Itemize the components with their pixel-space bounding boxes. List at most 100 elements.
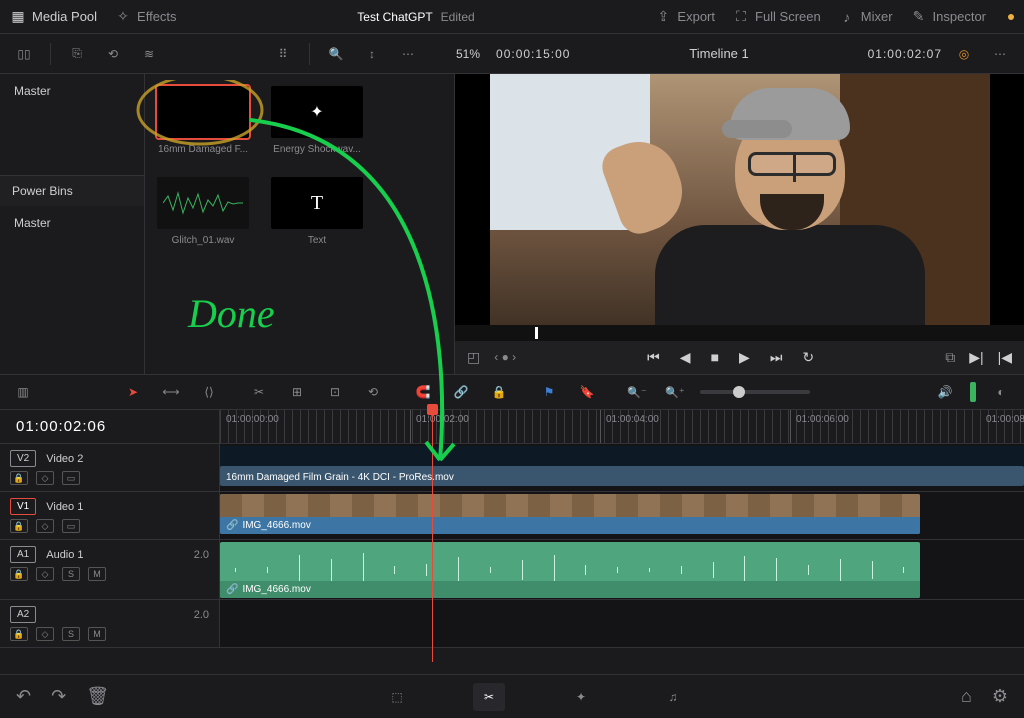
redo-btn[interactable]: ↷ [51, 686, 66, 707]
mute-btn[interactable]: M [88, 627, 106, 641]
export-btn[interactable]: ⇪Export [655, 9, 715, 25]
source-timecode[interactable]: 00:00:15:00 [496, 47, 570, 61]
page-edit[interactable]: ✦ [565, 683, 597, 711]
track-head-a1[interactable]: A1Audio 12.0 🔒◇SM [0, 540, 220, 599]
effects-label: Effects [137, 9, 177, 24]
trim-tool[interactable]: ⟷ [158, 379, 184, 405]
play-btn[interactable]: ▶ [739, 349, 750, 366]
clip-a1[interactable]: 🔗IMG_4666.mov [220, 542, 920, 598]
mark-out-btn[interactable]: |◀ [998, 349, 1012, 366]
jump-start-btn[interactable]: ⏮ [647, 349, 660, 366]
flag-btn[interactable]: ⚑ [536, 379, 562, 405]
volume-icon[interactable]: 🔊 [932, 379, 958, 405]
track-head-v1[interactable]: V1Video 1 🔒◇▭ [0, 492, 220, 539]
tl-view-btn[interactable]: ▥ [10, 379, 36, 405]
media-browser[interactable]: 16mm Damaged F... ✦ Energy Shockwav... G… [145, 74, 454, 374]
track-disable-icon[interactable]: ▭ [62, 471, 80, 485]
more-btn[interactable]: ⋯ [394, 40, 422, 68]
playhead-timecode[interactable]: 01:00:02:06 [0, 410, 220, 443]
page-fairlight[interactable]: ♫ [657, 683, 689, 711]
snap-btn[interactable]: 🧲 [410, 379, 436, 405]
sync-btn[interactable]: ⟲ [99, 40, 127, 68]
zoom-in-btn[interactable]: 🔍⁺ [662, 379, 688, 405]
dynamic-trim-tool[interactable]: ⟨⟩ [196, 379, 222, 405]
zoom-slider[interactable] [700, 390, 810, 394]
bin-master[interactable]: Master [0, 74, 144, 108]
mixer-btn[interactable]: ♪Mixer [839, 9, 893, 25]
stop-btn[interactable]: ■ [711, 349, 719, 365]
solo-btn[interactable]: S [62, 627, 80, 641]
page-media[interactable]: ⬚ [381, 683, 413, 711]
auto-select-icon[interactable]: ◇ [36, 519, 54, 533]
auto-select-icon[interactable]: ◇ [36, 471, 54, 485]
main-area: Master Power Bins Master 16mm Damaged F.… [0, 74, 1024, 374]
match-frame-btn[interactable]: ⧉ [945, 349, 955, 366]
replace-btn[interactable]: ⟲ [360, 379, 386, 405]
track-lane-v1[interactable]: 🔗IMG_4666.mov [220, 492, 1024, 539]
track-lane-a1[interactable]: 🔗IMG_4666.mov [220, 540, 1024, 599]
auto-select-icon[interactable]: ◇ [36, 567, 54, 581]
action-btn[interactable]: ≋ [135, 40, 163, 68]
loop-btn[interactable]: ↻ [802, 349, 814, 366]
import-btn[interactable]: ⎘ [63, 40, 91, 68]
undo-btn[interactable]: ↶ [16, 686, 31, 707]
insert-btn[interactable]: ⊞ [284, 379, 310, 405]
track-disable-icon[interactable]: ▭ [62, 519, 80, 533]
clip-thumb-energy[interactable]: ✦ Energy Shockwav... [271, 86, 363, 155]
overwrite-btn[interactable]: ⊡ [322, 379, 348, 405]
crop-icon[interactable]: ◰ [467, 349, 480, 366]
inspector-btn[interactable]: ✎Inspector [911, 9, 986, 25]
layout-btn[interactable]: ▯▯ [10, 40, 38, 68]
media-pool-btn[interactable]: ▦ Media Pool [10, 9, 97, 25]
marker-btn[interactable]: 🔖 [574, 379, 600, 405]
lock-icon[interactable]: 🔒 [10, 519, 28, 533]
lock-icon[interactable]: 🔒 [10, 471, 28, 485]
mark-in-btn[interactable]: ▶| [969, 349, 983, 366]
timeline-name[interactable]: Timeline 1 [578, 46, 859, 61]
timeline-ruler[interactable]: 01:00:00:00 01:00:02:00 01:00:04:00 01:0… [220, 410, 1024, 443]
search-btn[interactable]: 🔍 [322, 40, 350, 68]
effects-btn[interactable]: ✧ Effects [115, 9, 177, 25]
viewer-scrub[interactable] [455, 325, 1024, 341]
arrow-tool[interactable]: ➤ [120, 379, 146, 405]
sort-btn[interactable]: ↕ [358, 40, 386, 68]
viewer-video[interactable] [455, 74, 1024, 325]
track-lane-a2[interactable] [220, 600, 1024, 647]
zoom-out-btn[interactable]: 🔍⁻ [624, 379, 650, 405]
clip-v2[interactable]: 16mm Damaged Film Grain - 4K DCI - ProRe… [220, 466, 1024, 486]
delete-btn[interactable]: 🗑 [86, 686, 109, 707]
record-timecode[interactable]: 01:00:02:07 [868, 47, 942, 61]
track-head-a2[interactable]: A22.0 🔒◇SM [0, 600, 220, 647]
settings-btn[interactable]: ⚙ [992, 686, 1008, 707]
link-btn[interactable]: 🔗 [448, 379, 474, 405]
bin-sidebar: Master Power Bins Master [0, 74, 145, 374]
loop-range-btn[interactable]: ‹ ● › [494, 350, 516, 364]
clip-thumb-text[interactable]: T Text [271, 177, 363, 246]
lock-btn[interactable]: 🔒 [486, 379, 512, 405]
clip-v1[interactable]: 🔗IMG_4666.mov [220, 494, 920, 534]
thumb-view-btn[interactable]: ⠿ [269, 40, 297, 68]
clip-thumb-glitch[interactable]: Glitch_01.wav [157, 177, 249, 246]
playhead[interactable] [432, 410, 433, 662]
mute-btn[interactable]: M [88, 567, 106, 581]
clip-thumb-16mm[interactable]: 16mm Damaged F... [157, 86, 249, 155]
color-ring-icon[interactable]: ◎ [950, 40, 978, 68]
track-lane-v2[interactable]: 16mm Damaged Film Grain - 4K DCI - ProRe… [220, 444, 1024, 491]
viewer-zoom[interactable]: 51% [448, 47, 488, 61]
play-reverse-btn[interactable]: ◀ [680, 349, 691, 366]
dim-audio-btn[interactable]: ◐ [988, 379, 1014, 405]
viewer-more-btn[interactable]: ⋯ [986, 40, 1014, 68]
auto-select-icon[interactable]: ◇ [36, 627, 54, 641]
audio-meter [970, 382, 976, 402]
blade-tool[interactable]: ✂ [246, 379, 272, 405]
lock-icon[interactable]: 🔒 [10, 627, 28, 641]
track-head-v2[interactable]: V2Video 2 🔒◇▭ [0, 444, 220, 491]
lock-icon[interactable]: 🔒 [10, 567, 28, 581]
page-cut[interactable]: ✂ [473, 683, 505, 711]
home-btn[interactable]: ⌂ [961, 686, 972, 707]
fullscreen-btn[interactable]: ⛶Full Screen [733, 9, 821, 25]
jump-end-btn[interactable]: ⏭ [770, 349, 783, 366]
solo-btn[interactable]: S [62, 567, 80, 581]
timeline-ruler-row: 01:00:02:06 01:00:00:00 01:00:02:00 01:0… [0, 410, 1024, 444]
power-bin-master[interactable]: Master [0, 206, 144, 240]
